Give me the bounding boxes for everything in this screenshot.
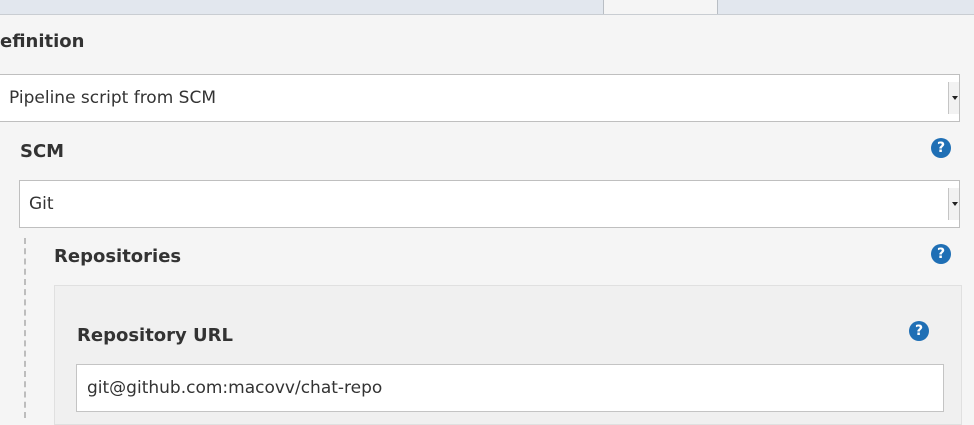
definition-label: efinition (0, 31, 85, 52)
dropdown-arrow-icon[interactable] (948, 82, 959, 114)
repository-url-label: Repository URL (77, 325, 233, 346)
active-tab[interactable] (603, 0, 718, 14)
repository-url-input[interactable] (76, 364, 944, 412)
nested-section-rule (24, 238, 26, 418)
scm-select-value: Git (29, 194, 54, 214)
scm-help-icon[interactable]: ? (931, 138, 951, 158)
repositories-help-icon[interactable]: ? (931, 244, 951, 264)
repositories-label: Repositories (54, 246, 182, 267)
definition-select-value: Pipeline script from SCM (9, 88, 217, 108)
definition-select[interactable]: Pipeline script from SCM (0, 74, 960, 122)
scm-select[interactable]: Git (19, 180, 960, 228)
scm-label: SCM (20, 141, 65, 162)
repository-url-help-icon[interactable]: ? (909, 321, 929, 341)
top-tab-bar (0, 0, 974, 15)
dropdown-arrow-icon[interactable] (948, 188, 959, 220)
